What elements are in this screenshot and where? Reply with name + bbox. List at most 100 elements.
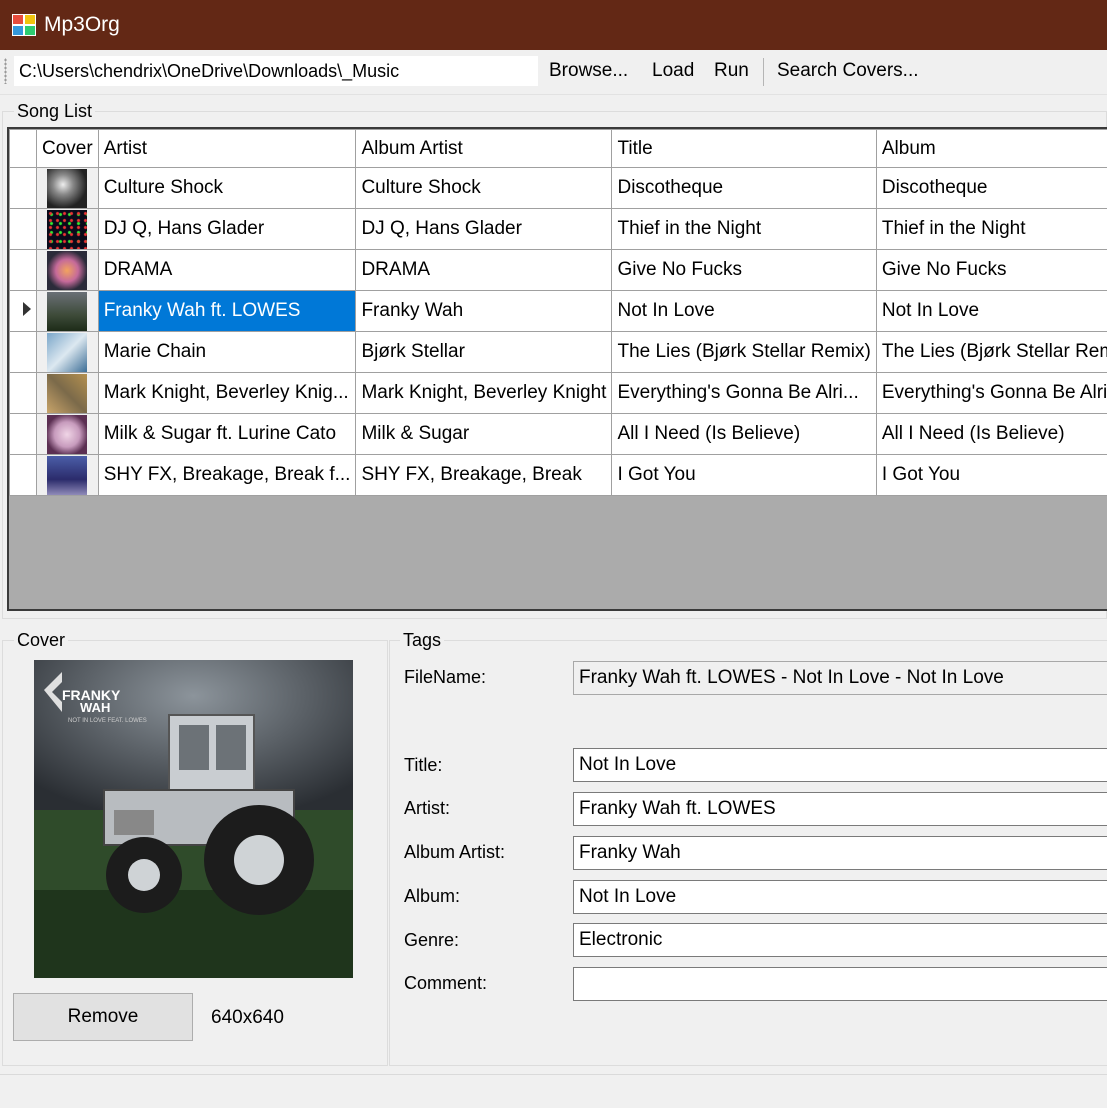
cover-cell[interactable] xyxy=(37,414,99,455)
cell-artist[interactable]: SHY FX, Breakage, Break f... xyxy=(98,455,356,496)
cell-title[interactable]: Give No Fucks xyxy=(612,250,876,291)
table-row[interactable]: SHY FX, Breakage, Break f...SHY FX, Brea… xyxy=(10,455,1107,496)
artist-field[interactable] xyxy=(573,792,1107,826)
cell-album-artist[interactable]: SHY FX, Breakage, Break xyxy=(356,455,612,496)
row-header[interactable] xyxy=(10,455,37,496)
album-label: Album: xyxy=(404,886,460,907)
cell-album[interactable]: Not In Love xyxy=(876,291,1107,332)
window-title: Mp3Org xyxy=(44,13,120,37)
toolbar: Browse... Load Run Search Covers... xyxy=(0,50,1107,95)
status-bar xyxy=(0,1074,1107,1108)
cell-album[interactable]: Everything's Gonna Be Alright xyxy=(876,373,1107,414)
table-row[interactable]: DRAMADRAMAGive No FucksGive No Fucks xyxy=(10,250,1107,291)
row-header[interactable] xyxy=(10,373,37,414)
cell-album-artist[interactable]: Milk & Sugar xyxy=(356,414,612,455)
cover-thumbnail xyxy=(47,210,87,249)
folder-path-input[interactable] xyxy=(14,56,538,86)
cover-cell[interactable] xyxy=(37,168,99,209)
filename-field[interactable] xyxy=(573,661,1107,695)
cover-cell[interactable] xyxy=(37,455,99,496)
album-artist-field[interactable] xyxy=(573,836,1107,870)
cell-title[interactable]: I Got You xyxy=(612,455,876,496)
album-field[interactable] xyxy=(573,880,1107,914)
table-header-row: Cover Artist Album Artist Title Album xyxy=(10,130,1107,168)
cell-title[interactable]: The Lies (Bjørk Stellar Remix) xyxy=(612,332,876,373)
tractor-cover-art: FRANKY WAH NOT IN LOVE FEAT. LOWES xyxy=(34,660,353,978)
album-artist-label: Album Artist: xyxy=(404,842,505,863)
cell-artist[interactable]: DRAMA xyxy=(98,250,356,291)
svg-text:NOT IN LOVE FEAT. LOWES: NOT IN LOVE FEAT. LOWES xyxy=(68,718,147,724)
tags-group-label: Tags xyxy=(400,630,444,651)
column-header-album-artist[interactable]: Album Artist xyxy=(356,130,612,168)
cell-album[interactable]: Discotheque xyxy=(876,168,1107,209)
column-header-cover[interactable]: Cover xyxy=(37,130,99,168)
cell-title[interactable]: Thief in the Night xyxy=(612,209,876,250)
cell-album-artist[interactable]: DJ Q, Hans Glader xyxy=(356,209,612,250)
toolbar-grip[interactable] xyxy=(4,58,7,84)
title-label: Title: xyxy=(404,755,442,776)
table-row[interactable]: Mark Knight, Beverley Knig...Mark Knight… xyxy=(10,373,1107,414)
cell-title[interactable]: Not In Love xyxy=(612,291,876,332)
artist-label: Artist: xyxy=(404,798,450,819)
cell-artist[interactable]: Franky Wah ft. LOWES xyxy=(98,291,356,332)
cover-thumbnail xyxy=(47,456,87,495)
cover-group-label: Cover xyxy=(14,630,68,651)
cell-album[interactable]: The Lies (Bjørk Stellar Remix) xyxy=(876,332,1107,373)
song-list-label: Song List xyxy=(14,101,95,122)
run-button[interactable]: Run xyxy=(714,60,749,82)
cell-album-artist[interactable]: Mark Knight, Beverley Knight xyxy=(356,373,612,414)
cell-album[interactable]: Thief in the Night xyxy=(876,209,1107,250)
song-grid[interactable]: Cover Artist Album Artist Title Album Cu… xyxy=(7,127,1107,611)
cell-title[interactable]: Discotheque xyxy=(612,168,876,209)
load-button[interactable]: Load xyxy=(652,60,694,82)
cell-album-artist[interactable]: Bjørk Stellar xyxy=(356,332,612,373)
cover-cell[interactable] xyxy=(37,291,99,332)
cover-thumbnail xyxy=(47,169,87,208)
cell-album-artist[interactable]: Franky Wah xyxy=(356,291,612,332)
comment-field[interactable] xyxy=(573,967,1107,1001)
svg-text:WAH: WAH xyxy=(80,700,110,715)
cell-title[interactable]: Everything's Gonna Be Alri... xyxy=(612,373,876,414)
cover-cell[interactable] xyxy=(37,332,99,373)
cell-artist[interactable]: Marie Chain xyxy=(98,332,356,373)
table-row[interactable]: Culture ShockCulture ShockDiscothequeDis… xyxy=(10,168,1107,209)
table-row[interactable]: Franky Wah ft. LOWESFranky WahNot In Lov… xyxy=(10,291,1107,332)
song-table: Cover Artist Album Artist Title Album Cu… xyxy=(9,129,1107,496)
row-header[interactable] xyxy=(10,414,37,455)
cell-title[interactable]: All I Need (Is Believe) xyxy=(612,414,876,455)
table-row[interactable]: Milk & Sugar ft. Lurine CatoMilk & Sugar… xyxy=(10,414,1107,455)
row-header[interactable] xyxy=(10,250,37,291)
cover-thumbnail xyxy=(47,415,87,454)
cell-artist[interactable]: Mark Knight, Beverley Knig... xyxy=(98,373,356,414)
app-icon xyxy=(12,14,36,36)
column-header-artist[interactable]: Artist xyxy=(98,130,356,168)
title-bar: Mp3Org xyxy=(0,0,1107,50)
cell-album[interactable]: All I Need (Is Believe) xyxy=(876,414,1107,455)
cover-cell[interactable] xyxy=(37,373,99,414)
comment-label: Comment: xyxy=(404,973,487,994)
cell-artist[interactable]: DJ Q, Hans Glader xyxy=(98,209,356,250)
cell-album[interactable]: Give No Fucks xyxy=(876,250,1107,291)
row-header[interactable] xyxy=(10,291,37,332)
table-row[interactable]: Marie ChainBjørk StellarThe Lies (Bjørk … xyxy=(10,332,1107,373)
column-header-title[interactable]: Title xyxy=(612,130,876,168)
cell-album[interactable]: I Got You xyxy=(876,455,1107,496)
cell-artist[interactable]: Milk & Sugar ft. Lurine Cato xyxy=(98,414,356,455)
cover-cell[interactable] xyxy=(37,209,99,250)
current-row-arrow-icon xyxy=(23,302,31,316)
cell-artist[interactable]: Culture Shock xyxy=(98,168,356,209)
cover-image: FRANKY WAH NOT IN LOVE FEAT. LOWES xyxy=(34,660,353,978)
row-header[interactable] xyxy=(10,168,37,209)
cell-album-artist[interactable]: DRAMA xyxy=(356,250,612,291)
column-header-album[interactable]: Album xyxy=(876,130,1107,168)
cover-cell[interactable] xyxy=(37,250,99,291)
row-header[interactable] xyxy=(10,332,37,373)
browse-button[interactable]: Browse... xyxy=(549,60,628,82)
cell-album-artist[interactable]: Culture Shock xyxy=(356,168,612,209)
table-row[interactable]: DJ Q, Hans GladerDJ Q, Hans GladerThief … xyxy=(10,209,1107,250)
row-header[interactable] xyxy=(10,209,37,250)
genre-field[interactable] xyxy=(573,923,1107,957)
search-covers-button[interactable]: Search Covers... xyxy=(777,60,919,82)
title-field[interactable] xyxy=(573,748,1107,782)
remove-cover-button[interactable]: Remove xyxy=(13,993,193,1041)
